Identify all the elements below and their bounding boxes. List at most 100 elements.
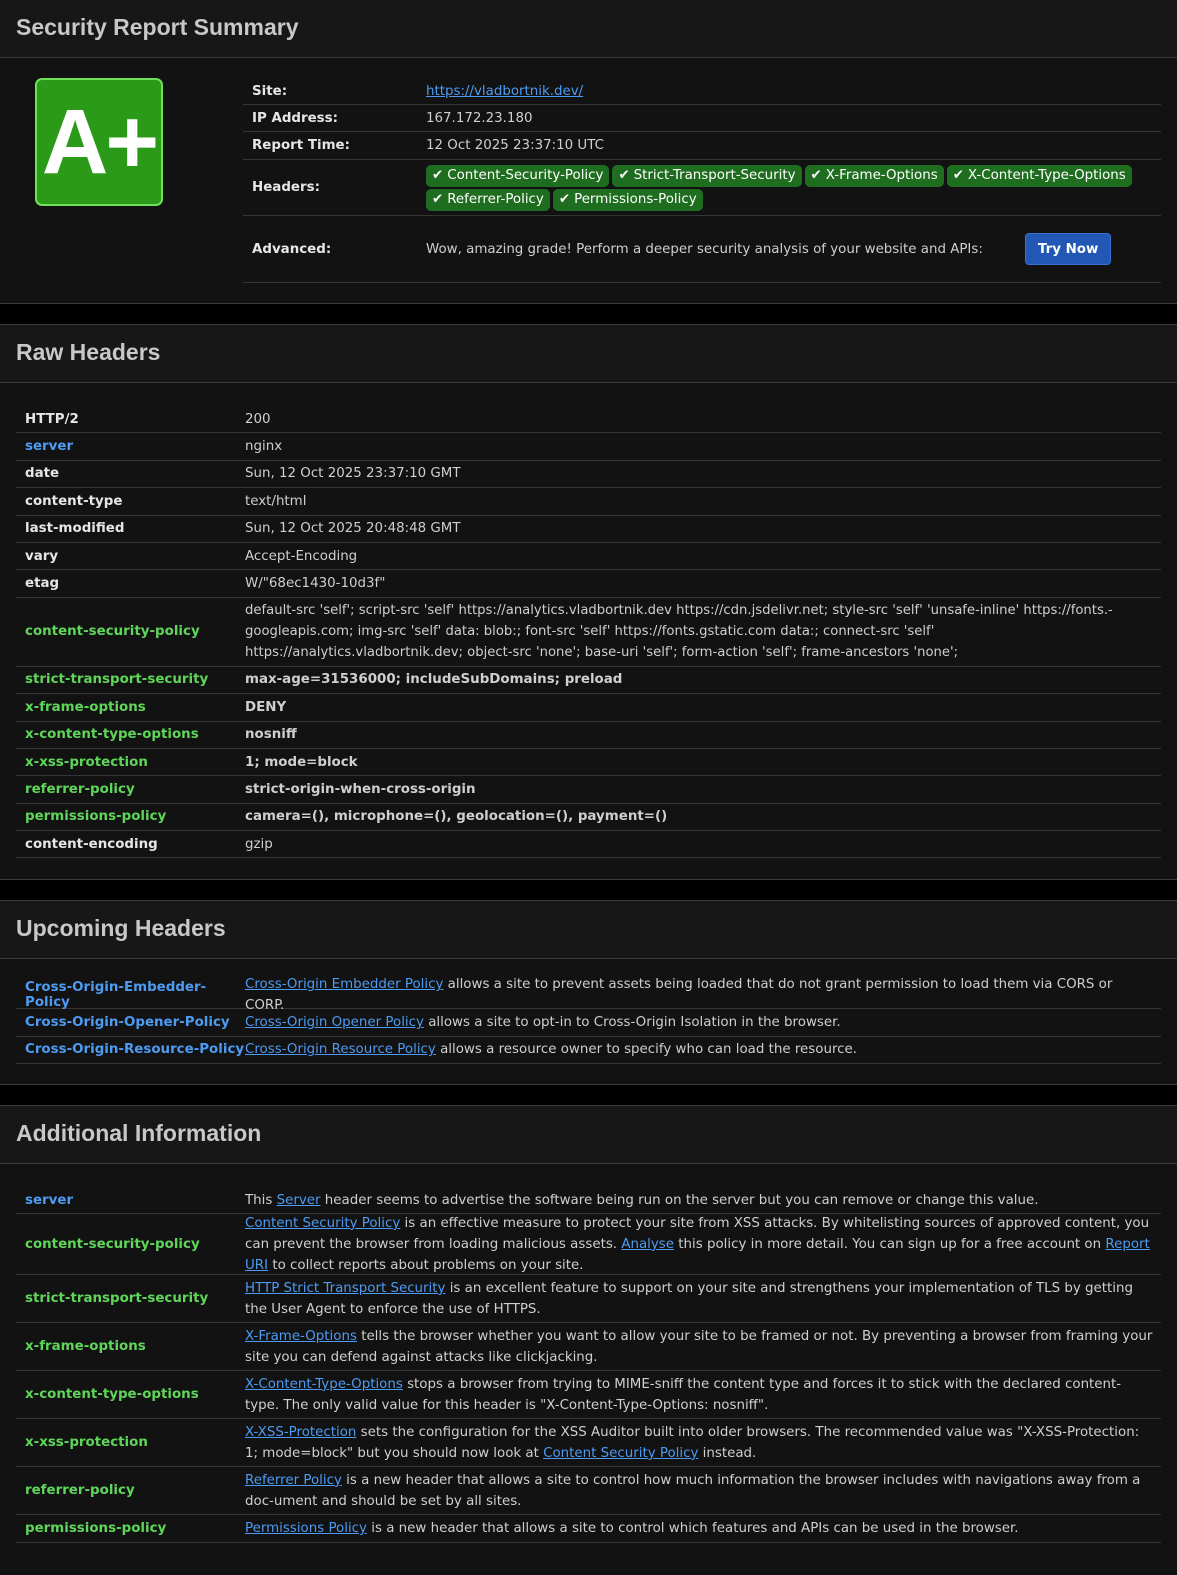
additional-header-name: x-frame-options: [25, 1339, 146, 1355]
info-text: to collect reports about problems on you…: [268, 1257, 584, 1273]
raw-header-row: HTTP/2 200: [16, 406, 1161, 434]
additional-description: Permissions Policy is a new header that …: [245, 1518, 1161, 1539]
summary-panel: Security Report Summary A+ Site: https:/…: [0, 0, 1177, 304]
info-link[interactable]: Content Security Policy: [245, 1216, 400, 1231]
info-link[interactable]: Content Security Policy: [543, 1446, 698, 1461]
raw-headers-header: Raw Headers: [0, 325, 1177, 383]
upcoming-header: Upcoming Headers: [0, 901, 1177, 959]
header-badge-label: X-Content-Type-Options: [967, 167, 1126, 183]
summary-table: Site: https://vladbortnik.dev/ IP Addres…: [243, 78, 1161, 283]
summary-row-ip: IP Address: 167.172.23.180: [243, 105, 1161, 132]
additional-description: X-Frame-Options tells the browser whethe…: [245, 1326, 1161, 1368]
raw-header-name: content-type: [25, 493, 123, 509]
info-link[interactable]: Referrer Policy: [245, 1473, 342, 1488]
info-text: instead.: [698, 1445, 757, 1461]
header-badge: ✔ Content-Security-Policy: [426, 164, 610, 187]
additional-row: content-security-policy Content Security …: [16, 1214, 1161, 1276]
raw-header-row: vary Accept-Encoding: [16, 543, 1161, 571]
upcoming-panel: Upcoming Headers Cross-Origin-Embedder-P…: [0, 900, 1177, 1085]
raw-header-row: content-encoding gzip: [16, 831, 1161, 859]
raw-header-row: referrer-policy strict-origin-when-cross-…: [16, 776, 1161, 804]
raw-header-value: DENY: [245, 699, 287, 715]
additional-description: This Server header seems to advertise th…: [245, 1190, 1161, 1211]
additional-description: Referrer Policy is a new header that all…: [245, 1470, 1161, 1512]
upcoming-description: Cross-Origin Embedder Policy allows a si…: [245, 974, 1161, 1016]
raw-header-name: content-security-policy: [25, 624, 200, 640]
info-link[interactable]: X-XSS-Protection: [245, 1425, 356, 1440]
raw-header-value: text/html: [245, 493, 307, 509]
upcoming-table: Cross-Origin-Embedder-Policy Cross-Origin…: [16, 977, 1161, 1065]
upcoming-link[interactable]: Cross-Origin Opener Policy: [245, 1015, 424, 1030]
raw-header-name: permissions-policy: [25, 809, 167, 825]
additional-row: strict-transport-security HTTP Strict Tra…: [16, 1275, 1161, 1324]
check-icon: ✔: [432, 191, 444, 207]
raw-header-name: last-modified: [25, 521, 125, 537]
upcoming-row: Cross-Origin-Resource-Policy Cross-Origin…: [16, 1037, 1161, 1065]
additional-description: X-Content-Type-Options stops a browser f…: [245, 1374, 1161, 1416]
info-link[interactable]: Analyse: [621, 1237, 674, 1252]
grade-badge: A+: [35, 78, 163, 206]
upcoming-header-name: Cross-Origin-Opener-Policy: [25, 1015, 230, 1031]
raw-header-name: x-frame-options: [25, 699, 146, 715]
summary-row-advanced: Advanced: Wow, amazing grade! Perform a …: [243, 216, 1161, 283]
upcoming-link[interactable]: Cross-Origin Resource Policy: [245, 1042, 436, 1057]
site-label: Site:: [252, 83, 288, 99]
raw-header-value: Accept-Encoding: [245, 548, 358, 564]
raw-header-name: etag: [25, 576, 60, 592]
raw-headers-title: Raw Headers: [16, 339, 161, 365]
headers-label: Headers:: [252, 180, 320, 195]
raw-headers-panel: Raw Headers HTTP/2 200 server nginx date Sun,…: [0, 324, 1177, 880]
ip-label: IP Address:: [252, 110, 338, 126]
raw-header-name: x-xss-protection: [25, 754, 148, 770]
header-badge-label: Strict-Transport-Security: [633, 167, 796, 183]
additional-row: referrer-policy Referrer Policy is a new …: [16, 1467, 1161, 1516]
summary-header: Security Report Summary: [0, 0, 1177, 58]
advanced-label: Advanced:: [252, 241, 332, 257]
raw-header-row: content-security-policy default-src 'self…: [16, 598, 1161, 667]
additional-header: Additional Information: [0, 1106, 1177, 1164]
check-icon: ✔: [432, 167, 444, 183]
info-link[interactable]: Permissions Policy: [245, 1521, 367, 1536]
raw-header-row: date Sun, 12 Oct 2025 23:37:10 GMT: [16, 461, 1161, 489]
upcoming-link[interactable]: Cross-Origin Embedder Policy: [245, 977, 443, 992]
info-link[interactable]: X-Frame-Options: [245, 1329, 357, 1344]
summary-row-headers: Headers: ✔ Content-Security-Policy ✔ Strict…: [243, 160, 1161, 216]
raw-header-value: 1; mode=block: [245, 754, 358, 770]
info-text: is a new header that allows a site to co…: [245, 1472, 1141, 1509]
header-badge-label: Permissions-Policy: [574, 191, 697, 207]
info-link[interactable]: X-Content-Type-Options: [245, 1377, 403, 1392]
header-badge: ✔ X-Content-Type-Options: [946, 164, 1132, 187]
upcoming-title: Upcoming Headers: [16, 915, 226, 941]
summary-title: Security Report Summary: [16, 14, 299, 40]
additional-header-name: x-xss-protection: [25, 1435, 148, 1451]
info-text: this policy in more detail. You can sign…: [674, 1236, 1106, 1252]
raw-header-value: gzip: [245, 836, 273, 852]
info-link[interactable]: HTTP Strict Transport Security: [245, 1281, 445, 1296]
info-link[interactable]: Server: [277, 1193, 321, 1208]
raw-header-name: server: [25, 439, 74, 455]
advanced-text: Wow, amazing grade! Perform a deeper sec…: [426, 242, 983, 257]
upcoming-description: Cross-Origin Resource Policy allows a re…: [245, 1039, 1161, 1060]
additional-row: x-xss-protection X-XSS-Protection sets th…: [16, 1419, 1161, 1468]
raw-header-value: max-age=31536000; includeSubDomains; pre…: [245, 672, 623, 688]
advanced-content: Wow, amazing grade! Perform a deeper sec…: [426, 233, 1161, 265]
raw-header-value: nosniff: [245, 727, 297, 743]
raw-header-name: HTTP/2: [25, 411, 79, 427]
upcoming-row: Cross-Origin-Embedder-Policy Cross-Origin…: [16, 977, 1161, 1013]
header-badge: ✔ Strict-Transport-Security: [612, 164, 802, 187]
additional-header-name: content-security-policy: [25, 1236, 200, 1252]
additional-row: server This Server header seems to advert…: [16, 1187, 1161, 1215]
raw-header-row: x-frame-options DENY: [16, 694, 1161, 722]
raw-headers-table: HTTP/2 200 server nginx date Sun, 12 Oct 2025…: [16, 406, 1161, 859]
raw-header-name: content-encoding: [25, 836, 158, 852]
header-badge-label: Content-Security-Policy: [447, 167, 604, 183]
header-badge-label: X-Frame-Options: [825, 167, 938, 183]
header-badge: ✔ X-Frame-Options: [804, 164, 944, 187]
raw-header-value: nginx: [245, 439, 283, 455]
raw-header-row: x-xss-protection 1; mode=block: [16, 749, 1161, 777]
header-badge: ✔ Permissions-Policy: [552, 188, 703, 211]
upcoming-text: allows a site to opt-in to Cross-Origin …: [423, 1015, 841, 1031]
try-now-button[interactable]: Try Now: [1025, 233, 1112, 265]
site-link[interactable]: https://vladbortnik.dev/: [426, 84, 583, 99]
upcoming-header-name: Cross-Origin-Embedder-Policy: [25, 980, 207, 1011]
